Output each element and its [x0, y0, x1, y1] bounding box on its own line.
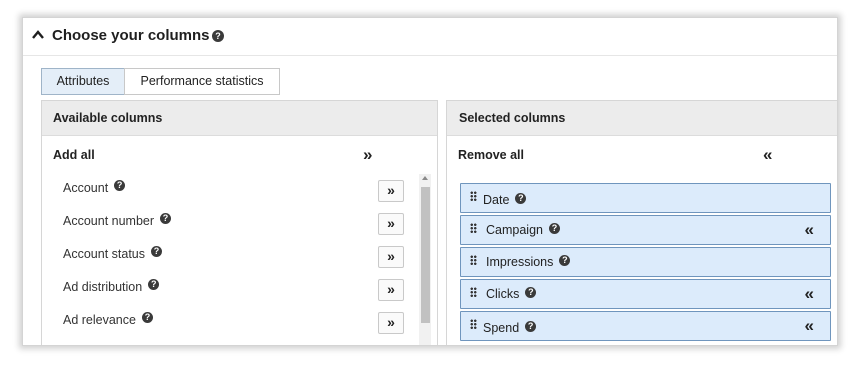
drag-handle-icon[interactable] — [470, 287, 477, 297]
available-item-label: Account number — [63, 214, 155, 228]
scrollbar-thumb[interactable] — [421, 187, 430, 323]
selected-item-label: Campaign — [486, 223, 543, 237]
available-columns-title: Available columns — [42, 101, 437, 136]
add-all-icon[interactable]: » — [363, 145, 372, 165]
available-item-label: Account — [63, 181, 109, 195]
remove-all-link[interactable]: Remove all — [458, 148, 524, 162]
choose-columns-dialog: Choose your columns ? Attributes Perform… — [22, 17, 838, 346]
tab-performance-statistics[interactable]: Performance statistics — [124, 68, 280, 95]
help-icon[interactable]: ? — [559, 255, 571, 267]
selected-columns-title: Selected columns — [447, 101, 837, 136]
selected-item-campaign[interactable]: Campaign? « — [460, 215, 831, 245]
available-item-account-status: Account status? — [63, 246, 162, 261]
add-column-button[interactable]: » — [378, 279, 404, 301]
section-title: Choose your columns — [52, 27, 210, 44]
drag-handle-icon[interactable] — [470, 191, 477, 201]
help-icon[interactable]: ? — [525, 287, 537, 299]
selected-item-label-wrap: Impressions? — [486, 255, 571, 269]
available-item-account-number: Account number? — [63, 213, 172, 228]
selected-item-label-wrap: Campaign? — [486, 223, 560, 237]
selected-item-label: Clicks — [486, 287, 520, 301]
selected-item-date[interactable]: Date? — [460, 183, 831, 213]
remove-all-icon[interactable]: « — [763, 145, 772, 165]
help-icon[interactable]: ? — [148, 279, 160, 291]
remove-column-button[interactable]: « — [805, 220, 814, 240]
help-icon[interactable]: ? — [151, 246, 162, 258]
selected-item-label-wrap: Date? — [483, 193, 527, 207]
selected-item-label: Impressions — [486, 255, 554, 269]
selected-item-label-wrap: Spend? — [483, 321, 537, 335]
selected-item-label: Spend — [483, 321, 520, 335]
scroll-up-arrow-icon[interactable] — [422, 176, 428, 180]
help-icon[interactable]: ? — [212, 30, 224, 42]
help-icon[interactable]: ? — [548, 223, 560, 235]
available-item-ad-distribution: Ad distribution? — [63, 279, 160, 294]
add-column-button[interactable]: » — [378, 180, 404, 202]
help-icon[interactable]: ? — [515, 193, 527, 205]
help-icon[interactable]: ? — [141, 312, 153, 324]
selected-columns-panel: Selected columns Remove all « Date? Camp… — [446, 100, 837, 345]
selected-item-impressions[interactable]: Impressions? — [460, 247, 831, 277]
available-columns-panel: Available columns Add all » Account? » A… — [41, 100, 438, 345]
selected-item-clicks[interactable]: Clicks? « — [460, 279, 831, 309]
selected-item-label-wrap: Clicks? — [486, 287, 537, 301]
available-item-ad-relevance: Ad relevance? — [63, 312, 153, 327]
drag-handle-icon[interactable] — [470, 223, 477, 233]
help-icon[interactable]: ? — [160, 213, 172, 225]
available-item-label: Account status — [63, 247, 145, 261]
selected-item-label: Date — [483, 193, 510, 207]
section-header[interactable]: Choose your columns ? — [23, 18, 837, 56]
add-column-button[interactable]: » — [378, 246, 404, 268]
help-icon[interactable]: ? — [114, 180, 126, 192]
help-icon[interactable]: ? — [525, 321, 537, 333]
available-item-account: Account? — [63, 180, 126, 195]
selected-item-spend[interactable]: Spend? « — [460, 311, 831, 341]
available-item-label: Ad relevance — [63, 313, 136, 327]
available-item-label: Ad distribution — [63, 280, 143, 294]
add-all-link[interactable]: Add all — [53, 148, 95, 162]
tab-attributes[interactable]: Attributes — [41, 68, 125, 95]
remove-column-button[interactable]: « — [805, 284, 814, 304]
drag-handle-icon[interactable] — [470, 319, 477, 329]
drag-handle-icon[interactable] — [470, 255, 477, 265]
add-column-button[interactable]: » — [378, 213, 404, 235]
remove-column-button[interactable]: « — [805, 316, 814, 336]
add-column-button[interactable]: » — [378, 312, 404, 334]
chevron-up-icon[interactable] — [31, 29, 45, 41]
